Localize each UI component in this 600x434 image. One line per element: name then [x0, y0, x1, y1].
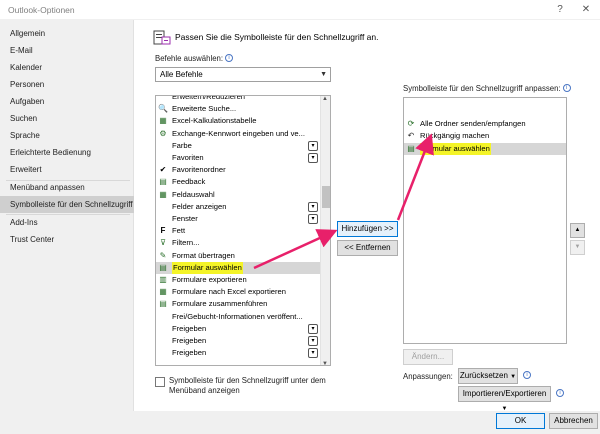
arrow-to-toolbar-item [396, 133, 434, 221]
annotation-arrows [253, 133, 434, 270]
arrow-to-add [253, 229, 338, 270]
